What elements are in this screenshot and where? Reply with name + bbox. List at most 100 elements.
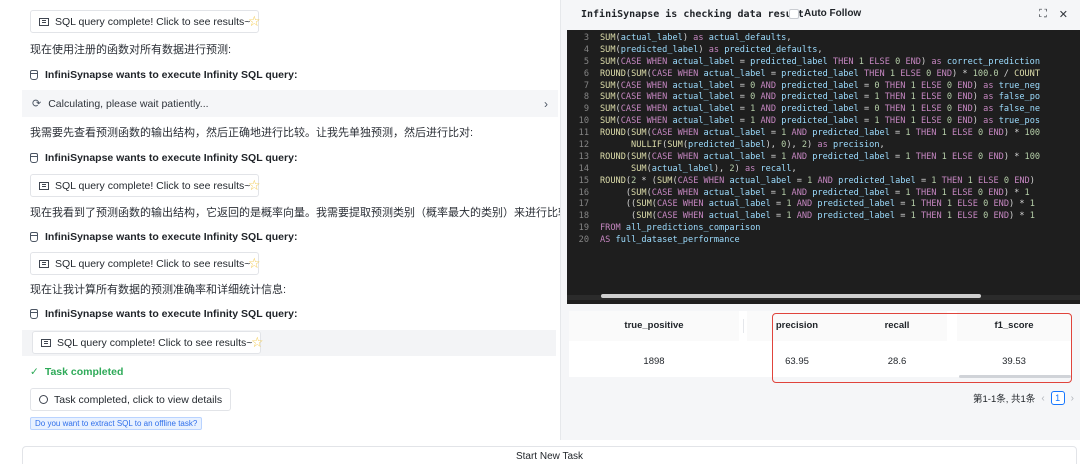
code-text: SUM(CASE WHEN actual_label = 0 AND predi… xyxy=(600,92,1041,103)
line-number: 17 xyxy=(578,199,589,210)
sql-result-chip-1[interactable]: SQL query complete! Click to see results… xyxy=(30,10,260,33)
table-icon xyxy=(41,338,51,347)
line-number: 11 xyxy=(578,128,589,139)
highlight-box xyxy=(772,313,1072,383)
panel-actions: ⛶ ✕ xyxy=(1039,8,1068,21)
star-icon[interactable]: ☆ xyxy=(248,14,261,28)
line-number: 15 xyxy=(578,175,589,186)
code-text: ROUND(SUM(CASE WHEN actual_label = 1 AND… xyxy=(600,151,1041,162)
code-text: (SUM(CASE WHEN actual_label = 1 AND pred… xyxy=(600,211,1035,222)
auto-follow-toggle[interactable]: Auto Follow xyxy=(789,8,861,19)
line-number: 10 xyxy=(578,116,589,127)
code-line: 15 ROUND(2 * (SUM(CASE WHEN actual_label … xyxy=(567,176,1040,188)
table-cell: 1898 xyxy=(643,356,665,367)
database-icon xyxy=(30,153,38,163)
execute-sql-notice: InfiniSynapse wants to execute Infinity … xyxy=(30,231,297,243)
code-text: SUM(CASE WHEN actual_label = 1 AND predi… xyxy=(600,116,1041,127)
code-line: 20 AS full_dataset_performance xyxy=(567,235,1040,247)
code-line: 14 SUM(actual_label), 2) as recall, xyxy=(567,164,1040,176)
close-icon[interactable]: ✕ xyxy=(1059,8,1068,21)
execute-sql-notice: InfiniSynapse wants to execute Infinity … xyxy=(30,308,297,320)
database-icon xyxy=(30,309,38,319)
code-text: AS full_dataset_performance xyxy=(600,235,740,246)
line-number: 14 xyxy=(578,163,589,174)
code-lines: 3 SUM(actual_label) as actual_defaults, 4 S… xyxy=(567,33,1040,247)
star-icon[interactable]: ☆ xyxy=(248,178,261,192)
star-icon[interactable]: ☆ xyxy=(248,256,261,270)
line-number: 19 xyxy=(578,223,589,234)
line-number: 4 xyxy=(583,44,589,55)
code-horizontal-scrollbar[interactable] xyxy=(601,294,981,298)
code-line: 4 SUM(predicted_label) as predicted_defau… xyxy=(567,45,1040,57)
code-text: NULLIF(SUM(predicted_label), 0), 2) as p… xyxy=(631,140,885,151)
chat-message: 现在让我计算所有数据的预测准确率和详细统计信息: xyxy=(30,284,287,296)
code-line: 19 FROM all_predictions_comparison xyxy=(567,223,1040,235)
table-icon xyxy=(39,259,49,268)
app-root: SQL query complete! Click to see results… xyxy=(0,0,1080,464)
line-number: 12 xyxy=(578,140,589,151)
chat-panel: SQL query complete! Click to see results… xyxy=(0,0,560,440)
line-number: 20 xyxy=(578,235,589,246)
sql-result-chip-2[interactable]: SQL query complete! Click to see results… xyxy=(30,174,260,197)
line-number: 18 xyxy=(578,211,589,222)
panel-title: InfiniSynapse is checking data result xyxy=(581,9,804,20)
code-text: SUM(CASE WHEN actual_label = 1 AND predi… xyxy=(600,104,1041,115)
line-number: 7 xyxy=(583,80,589,91)
code-line: 13 ROUND(SUM(CASE WHEN actual_label = 1 A… xyxy=(567,152,1040,164)
execute-sql-notice: InfiniSynapse wants to execute Infinity … xyxy=(30,69,297,81)
code-line: 17 ((SUM(CASE WHEN actual_label = 1 AND … xyxy=(567,199,1040,211)
chat-message: 现在我看到了预测函数的输出结构，它返回的是概率向量。我需要提取预测类别（概率最大… xyxy=(30,207,560,219)
chat-message: 我需要先查看预测函数的输出结构，然后正确地进行比较。让我先单独预测，然后进行比对… xyxy=(30,127,474,139)
table-icon xyxy=(39,181,49,190)
line-number: 16 xyxy=(578,187,589,198)
database-icon xyxy=(30,232,38,242)
chevron-right-icon[interactable]: › xyxy=(544,97,548,111)
sql-code-editor[interactable]: 3 SUM(actual_label) as actual_defaults, 4 S… xyxy=(567,30,1080,304)
code-line: 7 SUM(CASE WHEN actual_label = 0 AND pred… xyxy=(567,81,1040,93)
refresh-icon: ⟳ xyxy=(32,98,42,110)
star-icon[interactable]: ☆ xyxy=(251,335,264,349)
expand-icon[interactable]: ⛶ xyxy=(1039,8,1047,21)
code-text: ROUND(2 * (SUM(CASE WHEN actual_label = … xyxy=(600,175,1035,186)
code-line: 12 NULLIF(SUM(predicted_label), 0), 2) a… xyxy=(567,140,1040,152)
code-line: 11 ROUND(SUM(CASE WHEN actual_label = 1 A… xyxy=(567,128,1040,140)
line-number: 9 xyxy=(583,104,589,115)
view-details-button[interactable]: Task completed, click to view details xyxy=(30,388,232,411)
code-line: 3 SUM(actual_label) as actual_defaults, xyxy=(567,33,1040,45)
auto-follow-checkbox[interactable] xyxy=(789,8,799,19)
code-text: ROUND(SUM(CASE WHEN actual_label = 1 AND… xyxy=(600,128,1041,139)
check-icon: ✓ xyxy=(30,366,39,378)
code-text: FROM all_predictions_comparison xyxy=(600,223,761,234)
code-line: 18 (SUM(CASE WHEN actual_label = 1 AND p… xyxy=(567,211,1040,223)
next-page-icon[interactable]: › xyxy=(1071,393,1074,404)
column-divider xyxy=(743,319,744,333)
task-completed-status: ✓ Task completed xyxy=(30,366,124,378)
code-line: 8 SUM(CASE WHEN actual_label = 0 AND pred… xyxy=(567,92,1040,104)
code-text: SUM(predicted_label) as predicted_defaul… xyxy=(600,44,823,55)
sql-result-chip-3[interactable]: SQL query complete! Click to see results… xyxy=(30,252,260,275)
sql-result-chip-4[interactable]: SQL query complete! Click to see results… xyxy=(32,331,262,354)
code-line: 5 SUM(CASE WHEN actual_label = predicted_… xyxy=(567,57,1040,69)
code-text: SUM(actual_label) as actual_defaults, xyxy=(600,33,792,43)
code-text: ((SUM(CASE WHEN actual_label = 1 AND pre… xyxy=(600,199,1035,210)
page-number-button[interactable]: 1 xyxy=(1050,391,1065,405)
calculating-row[interactable]: ⟳ Calculating, please wait patiently... … xyxy=(22,90,558,117)
code-line: 16 (SUM(CASE WHEN actual_label = 1 AND p… xyxy=(567,188,1040,200)
start-new-task-button[interactable]: Start New Task xyxy=(22,446,1077,464)
chat-message: 现在使用注册的函数对所有数据进行预测: xyxy=(30,44,232,56)
code-line: 9 SUM(CASE WHEN actual_label = 1 AND pred… xyxy=(567,104,1040,116)
circle-check-icon xyxy=(39,395,48,404)
code-text: SUM(actual_label), 2) as recall, xyxy=(631,163,797,174)
extract-sql-prompt[interactable]: Do you want to extract SQL to an offline… xyxy=(30,417,203,430)
column-header: true_positive xyxy=(569,311,739,341)
code-text: (SUM(CASE WHEN actual_label = 1 AND pred… xyxy=(600,187,1030,198)
code-text: ROUND(SUM(CASE WHEN actual_label = predi… xyxy=(600,68,1041,79)
line-number: 8 xyxy=(583,92,589,103)
prev-page-icon[interactable]: ‹ xyxy=(1041,393,1044,404)
code-line: 10 SUM(CASE WHEN actual_label = 1 AND pre… xyxy=(567,116,1040,128)
database-icon xyxy=(30,70,38,80)
code-text: SUM(CASE WHEN actual_label = 0 AND predi… xyxy=(600,80,1041,91)
line-number: 6 xyxy=(583,68,589,79)
code-text: SUM(CASE WHEN actual_label = predicted_l… xyxy=(600,56,1041,67)
line-number: 5 xyxy=(583,56,589,67)
